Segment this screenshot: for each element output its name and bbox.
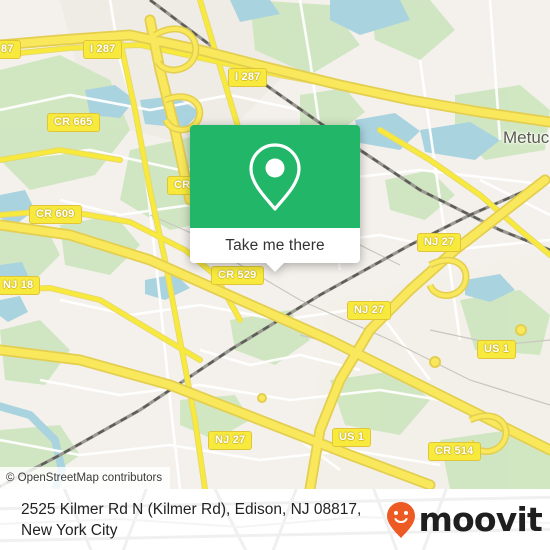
address-line-2: New York City — [21, 521, 118, 539]
osm-attribution-text: © OpenStreetMap contributors — [6, 472, 163, 484]
popup-card-footer[interactable]: Take me there — [190, 228, 360, 272]
address-footer-bar: 2525 Kilmer Rd N (Kilmer Rd), Edison, NJ… — [0, 489, 550, 550]
road-shield-cr609[interactable]: CR 609 — [29, 205, 82, 224]
road-shield-i287-west[interactable]: 87 — [0, 40, 21, 59]
road-shield-nj27-south[interactable]: NJ 27 — [208, 431, 253, 450]
road-shield-cr665[interactable]: CR 665 — [47, 113, 100, 132]
moovit-map-screenshot: Metuch 87 I 287 I 287 CR 665 CR 5 CR 609… — [0, 0, 550, 550]
road-shield-us1-south[interactable]: US 1 — [332, 428, 372, 447]
location-popup-card[interactable]: Take me there — [190, 125, 360, 272]
osm-attribution[interactable]: © OpenStreetMap contributors — [0, 467, 171, 489]
moovit-logo[interactable]: moovit — [386, 500, 543, 539]
address-line-1: 2525 Kilmer Rd N (Kilmer Rd), Edison, NJ… — [21, 500, 362, 518]
road-shield-nj27-mid[interactable]: NJ 27 — [347, 301, 392, 320]
road-shield-nj18[interactable]: NJ 18 — [0, 276, 41, 295]
road-shield-i287-mid[interactable]: I 287 — [228, 68, 268, 87]
map-pin-icon — [249, 142, 301, 211]
road-shield-cr529[interactable]: CR 529 — [211, 266, 264, 285]
road-shield-nj27-east[interactable]: NJ 27 — [417, 233, 462, 252]
take-me-there-label: Take me there — [225, 236, 325, 254]
moovit-wordmark: moovit — [418, 500, 542, 539]
road-shield-us1-east[interactable]: US 1 — [477, 340, 517, 359]
popup-card-tail — [265, 262, 285, 272]
place-label-metuchen: Metuch — [503, 128, 550, 147]
popup-card-body — [190, 125, 360, 228]
road-shield-i287-north[interactable]: I 287 — [83, 40, 123, 59]
map-viewport[interactable]: Metuch 87 I 287 I 287 CR 665 CR 5 CR 609… — [0, 0, 550, 489]
road-shield-cr514[interactable]: CR 514 — [428, 442, 481, 461]
moovit-pin-icon — [387, 501, 416, 538]
address-text: 2525 Kilmer Rd N (Kilmer Rd), Edison, NJ… — [21, 499, 361, 541]
